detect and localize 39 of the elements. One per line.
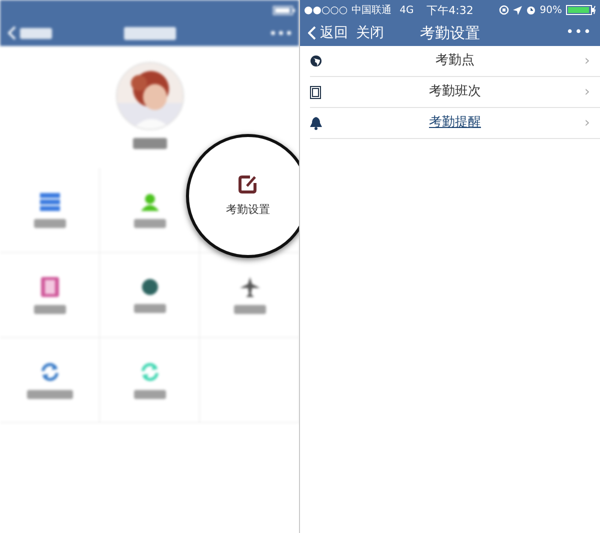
status-time: 下午4:32 xyxy=(426,3,474,19)
chevron-left-icon xyxy=(308,26,316,40)
blurred-label xyxy=(34,304,66,314)
list-item[interactable]: 考勤班次 › xyxy=(310,77,600,108)
list-item[interactable]: 考勤提醒 › xyxy=(310,108,600,139)
chevron-icon: › xyxy=(584,50,590,72)
back-link[interactable]: 返回 xyxy=(308,22,348,44)
more-icon xyxy=(271,31,291,35)
battery-icon xyxy=(273,6,295,14)
tile-label: 考勤设置 xyxy=(226,202,270,218)
location-arrow-icon xyxy=(512,6,522,14)
book-icon xyxy=(310,86,321,98)
blurred-label xyxy=(124,27,176,40)
globe-icon xyxy=(310,55,322,67)
signal-indicator: ●●○○○ xyxy=(304,4,348,18)
list-item[interactable]: 考勤点 › xyxy=(310,46,600,77)
blurred-label xyxy=(234,304,266,314)
rotation-lock-icon xyxy=(498,5,509,15)
network-type: 4G xyxy=(400,4,414,18)
blurred-label xyxy=(134,390,166,398)
back-link[interactable] xyxy=(8,26,52,40)
edit-icon xyxy=(238,174,258,194)
alarm-icon xyxy=(526,5,536,15)
carrier-name: 中国联通 xyxy=(352,4,392,18)
blurred-label xyxy=(134,304,166,312)
blurred-label xyxy=(132,138,166,149)
chevron-icon: › xyxy=(584,82,590,102)
battery-level: 90% xyxy=(540,4,562,18)
more-button[interactable]: ••• xyxy=(566,23,592,43)
blurred-label xyxy=(34,218,66,228)
chevron-left-icon xyxy=(8,26,16,40)
battery-icon xyxy=(566,5,596,15)
close-link[interactable]: 关闭 xyxy=(356,22,384,44)
bell-icon xyxy=(310,116,322,130)
blurred-label xyxy=(20,28,52,38)
blurred-label xyxy=(26,390,72,398)
nav-title: 考勤设置 xyxy=(420,23,480,44)
chevron-icon: › xyxy=(584,112,590,134)
blurred-label xyxy=(134,218,166,228)
